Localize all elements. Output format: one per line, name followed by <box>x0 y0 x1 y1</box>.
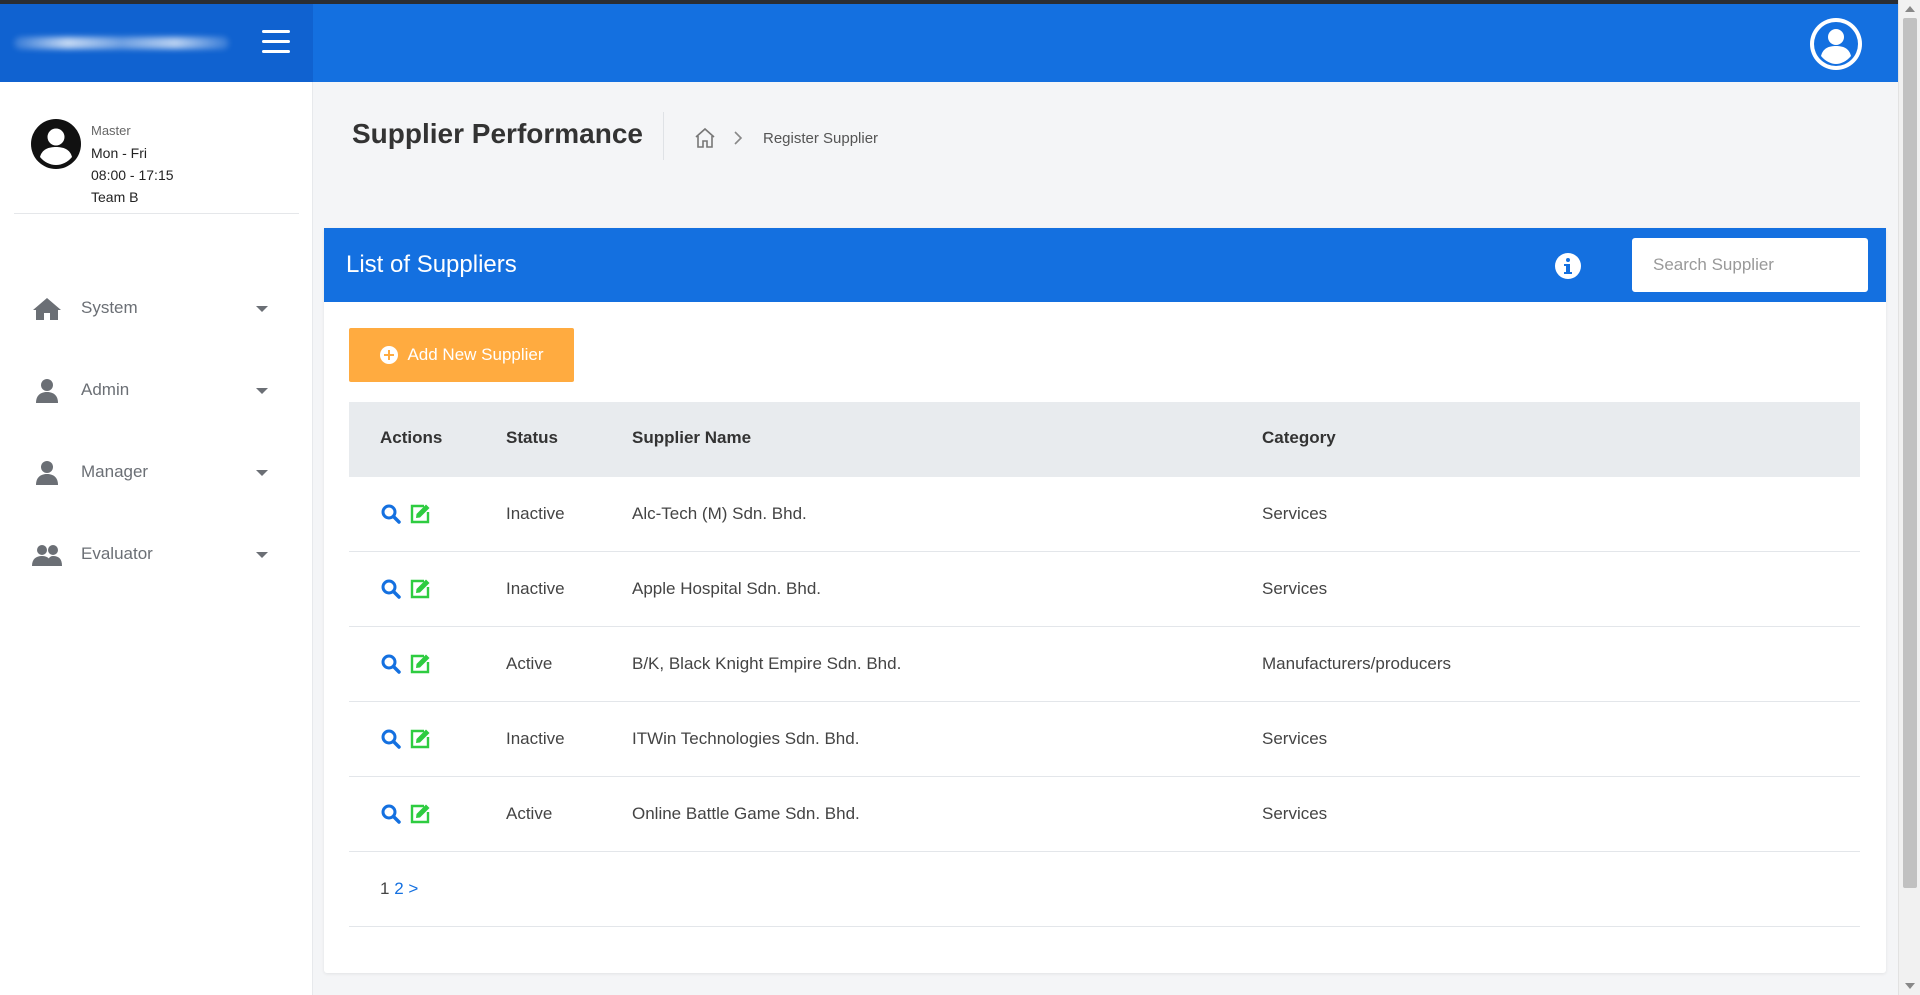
cell-status: Active <box>506 804 553 823</box>
view-search-icon[interactable] <box>381 654 401 674</box>
cell-category: Manufacturers/producers <box>1262 654 1451 673</box>
profile-team: Team B <box>91 189 139 205</box>
column-header-category[interactable]: Category <box>1262 428 1336 448</box>
home-icon <box>33 298 61 320</box>
view-search-icon[interactable] <box>381 804 401 824</box>
page-2-link[interactable]: 2 <box>394 879 403 898</box>
sidebar-item-label: Evaluator <box>81 544 153 563</box>
pagination: 1 2 > <box>380 879 418 899</box>
cell-category: Services <box>1262 729 1328 748</box>
suppliers-card: List of Suppliers Add New Supplier Actio… <box>324 228 1886 973</box>
cell-supplier-name: ITWin Technologies Sdn. Bhd. <box>632 729 860 748</box>
sidebar-item-label: Admin <box>81 380 130 399</box>
scroll-thumb[interactable] <box>1903 18 1917 888</box>
user-profile: Master Mon - Fri 08:00 - 17:15 Team B <box>14 96 299 214</box>
cell-category: Services <box>1262 804 1328 823</box>
card-title: List of Suppliers <box>346 251 517 278</box>
user-icon <box>36 379 58 403</box>
table-header-row: Actions Status Supplier Name Category <box>349 402 1860 477</box>
user-avatar-icon[interactable] <box>1810 18 1862 70</box>
profile-avatar-icon <box>31 119 81 169</box>
table-row: Inactive Apple Hospital Sdn. Bhd. Servic… <box>349 552 1860 627</box>
add-new-supplier-label: Add New Supplier <box>407 345 544 364</box>
sidebar: Master Mon - Fri 08:00 - 17:15 Team B Sy… <box>0 82 313 995</box>
brand-logo-blurred <box>14 37 229 49</box>
sidebar-item-label: Manager <box>81 462 149 481</box>
column-header-supplier-name[interactable]: Supplier Name <box>632 428 751 448</box>
next-page-link[interactable]: > <box>408 879 418 898</box>
cell-supplier-name: Apple Hospital Sdn. Bhd. <box>632 579 822 598</box>
sidebar-item-system[interactable]: System <box>0 268 313 350</box>
users-icon <box>32 545 62 566</box>
breadcrumb-home-icon[interactable] <box>694 127 716 149</box>
chevron-down-icon <box>256 470 268 476</box>
suppliers-table: Actions Status Supplier Name Category In… <box>349 402 1860 927</box>
table-row: Inactive Alc-Tech (M) Sdn. Bhd. Services <box>349 477 1860 552</box>
cell-status: Inactive <box>506 504 565 523</box>
breadcrumb-current: Register Supplier <box>763 130 879 147</box>
hamburger-menu-icon[interactable] <box>262 30 290 54</box>
card-header: List of Suppliers <box>324 228 1886 302</box>
page-1-link[interactable]: 1 <box>380 879 389 898</box>
search-supplier-input[interactable] <box>1632 238 1868 292</box>
sidebar-item-evaluator[interactable]: Evaluator <box>0 514 313 596</box>
brand-area <box>0 4 313 82</box>
sidebar-nav: System Admin Manager Evaluator <box>0 268 313 596</box>
column-header-actions[interactable]: Actions <box>380 428 442 448</box>
cell-status: Inactive <box>506 729 565 748</box>
profile-info: Master Mon - Fri 08:00 - 17:15 Team B <box>91 120 174 208</box>
plus-circle-icon <box>380 346 399 364</box>
chevron-down-icon <box>256 306 268 312</box>
chevron-right-icon <box>734 131 743 145</box>
edit-icon[interactable] <box>409 503 431 525</box>
sidebar-item-label: System <box>81 298 138 317</box>
edit-icon[interactable] <box>409 803 431 825</box>
info-icon[interactable] <box>1554 252 1582 280</box>
table-row: Inactive ITWin Technologies Sdn. Bhd. Se… <box>349 702 1860 777</box>
cell-supplier-name: Online Battle Game Sdn. Bhd. <box>632 804 860 823</box>
chevron-down-icon <box>256 552 268 558</box>
profile-hours: 08:00 - 17:15 <box>91 167 174 183</box>
scroll-up-arrow-icon[interactable] <box>1905 6 1915 12</box>
chevron-down-icon <box>256 388 268 394</box>
edit-icon[interactable] <box>409 578 431 600</box>
column-header-status[interactable]: Status <box>506 428 558 448</box>
profile-days: Mon - Fri <box>91 145 147 161</box>
edit-icon[interactable] <box>409 653 431 675</box>
scroll-down-arrow-icon[interactable] <box>1905 983 1915 989</box>
sidebar-item-manager[interactable]: Manager <box>0 432 313 514</box>
cell-supplier-name: B/K, Black Knight Empire Sdn. Bhd. <box>632 654 902 673</box>
page-scrollbar[interactable] <box>1898 0 1920 995</box>
cell-supplier-name: Alc-Tech (M) Sdn. Bhd. <box>632 504 807 523</box>
profile-role: Master <box>91 123 131 138</box>
table-row: Active B/K, Black Knight Empire Sdn. Bhd… <box>349 627 1860 702</box>
top-header <box>0 4 1898 82</box>
edit-icon[interactable] <box>409 728 431 750</box>
view-search-icon[interactable] <box>381 729 401 749</box>
page-title: Supplier Performance <box>352 118 643 149</box>
add-new-supplier-button[interactable]: Add New Supplier <box>349 328 574 382</box>
cell-category: Services <box>1262 504 1328 523</box>
cell-category: Services <box>1262 579 1328 598</box>
sidebar-item-admin[interactable]: Admin <box>0 350 313 432</box>
cell-status: Active <box>506 654 553 673</box>
pagination-row: 1 2 > <box>349 852 1860 927</box>
cell-status: Inactive <box>506 579 565 598</box>
view-search-icon[interactable] <box>381 579 401 599</box>
view-search-icon[interactable] <box>381 504 401 524</box>
title-divider <box>663 112 664 160</box>
table-row: Active Online Battle Game Sdn. Bhd. Serv… <box>349 777 1860 852</box>
user-icon <box>36 461 58 485</box>
